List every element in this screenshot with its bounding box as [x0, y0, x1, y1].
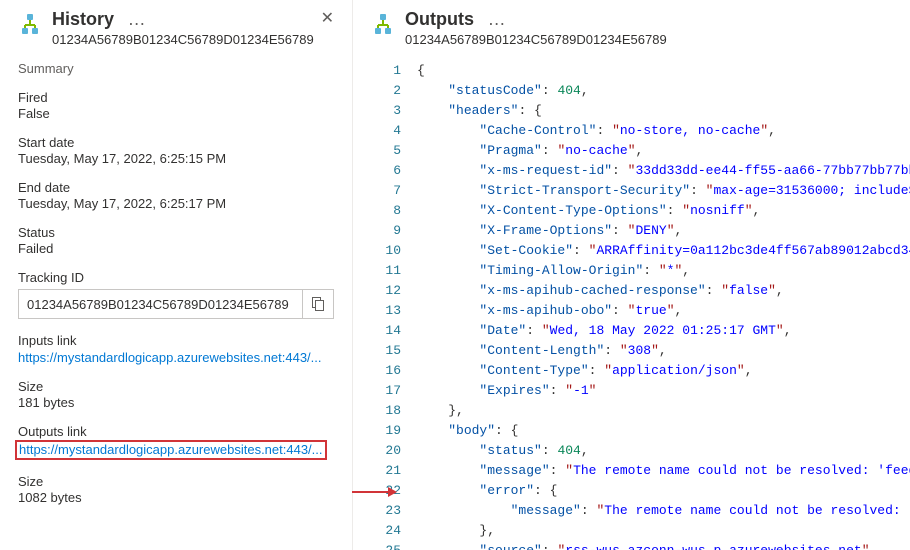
copy-button[interactable] [302, 290, 333, 318]
code-content: { "statusCode": 404, "headers": { "Cache… [417, 61, 910, 550]
inputs-link[interactable]: https://mystandardlogicapp.azurewebsites… [18, 350, 322, 365]
tracking-id-label: Tracking ID [18, 270, 334, 285]
copy-icon [312, 297, 325, 311]
outputs-panel: Outputs … 01234A56789B01234C56789D01234E… [353, 0, 910, 550]
outputs-id: 01234A56789B01234C56789D01234E56789 [405, 32, 910, 47]
outputs-link-label: Outputs link [18, 424, 334, 439]
end-date-label: End date [18, 180, 334, 195]
workflow-icon [18, 12, 42, 36]
line-gutter: 1234567891011121314151617181920212223242… [371, 61, 417, 550]
start-date-label: Start date [18, 135, 334, 150]
history-panel: History … 01234A56789B01234C56789D01234E… [0, 0, 353, 550]
close-icon[interactable]: ✕ [321, 8, 334, 28]
history-id: 01234A56789B01234C56789D01234E56789 [52, 32, 334, 47]
status-value: Failed [18, 241, 334, 256]
outputs-size-label: Size [18, 474, 334, 489]
history-more-button[interactable]: … [128, 9, 147, 29]
outputs-more-button[interactable]: … [488, 9, 507, 29]
tracking-id-input[interactable] [19, 290, 302, 318]
outputs-link-highlight: https://mystandardlogicapp.azurewebsites… [15, 440, 327, 460]
fired-value: False [18, 106, 334, 121]
start-date-value: Tuesday, May 17, 2022, 6:25:15 PM [18, 151, 334, 166]
inputs-size-value: 181 bytes [18, 395, 334, 410]
tracking-id-box [18, 289, 334, 319]
inputs-link-label: Inputs link [18, 333, 334, 348]
outputs-title: Outputs [405, 9, 474, 29]
outputs-header: Outputs … 01234A56789B01234C56789D01234E… [371, 8, 910, 47]
workflow-icon [371, 12, 395, 36]
history-title: History [52, 9, 114, 29]
status-label: Status [18, 225, 334, 240]
inputs-size-label: Size [18, 379, 334, 394]
end-date-value: Tuesday, May 17, 2022, 6:25:17 PM [18, 196, 334, 211]
json-editor[interactable]: 1234567891011121314151617181920212223242… [371, 61, 910, 550]
fired-label: Fired [18, 90, 334, 105]
history-header: History … 01234A56789B01234C56789D01234E… [18, 8, 334, 47]
outputs-link[interactable]: https://mystandardlogicapp.azurewebsites… [19, 442, 323, 457]
summary-link[interactable]: Summary [18, 61, 334, 76]
outputs-size-value: 1082 bytes [18, 490, 334, 505]
